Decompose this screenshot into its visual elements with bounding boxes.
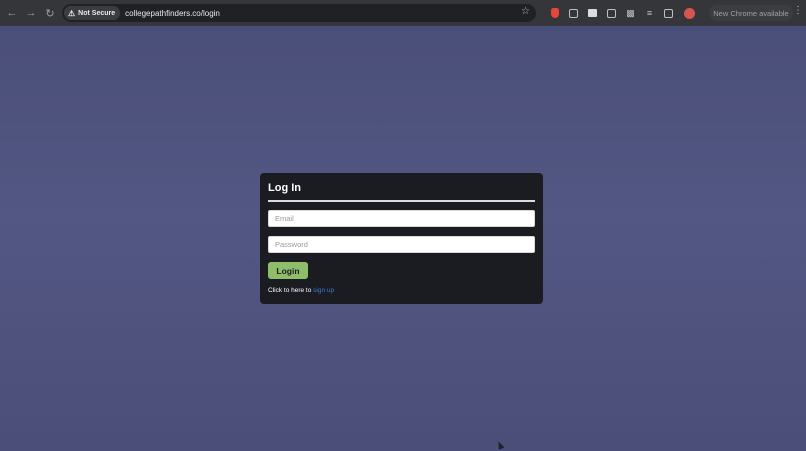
reading-list-icon[interactable]: ≡ bbox=[644, 8, 655, 19]
title-divider bbox=[268, 200, 535, 202]
url-text[interactable]: collegepathfinders.co/login bbox=[125, 9, 220, 18]
warning-icon: ⚠ bbox=[68, 8, 76, 18]
browser-toolbar: ← → ↻ ⚠ Not Secure collegepathfinders.co… bbox=[0, 0, 806, 26]
puzzle-extensions-icon[interactable]: ▩ bbox=[625, 8, 636, 19]
update-chrome-button[interactable]: New Chrome available bbox=[709, 5, 793, 21]
mouse-cursor-icon bbox=[495, 440, 505, 450]
login-title: Log In bbox=[268, 182, 301, 194]
signup-link[interactable]: sign up bbox=[313, 287, 334, 294]
security-chip[interactable]: ⚠ Not Secure bbox=[64, 6, 121, 20]
profile-avatar[interactable] bbox=[684, 7, 695, 19]
security-label: Not Secure bbox=[78, 9, 116, 17]
login-button[interactable]: Login bbox=[268, 262, 308, 279]
star-icon[interactable]: ☆ bbox=[521, 6, 530, 17]
note-extension-icon[interactable] bbox=[587, 8, 598, 19]
copy-extension-icon[interactable] bbox=[606, 8, 617, 19]
reload-icon[interactable]: ↻ bbox=[43, 6, 57, 20]
login-card: Log In Login Click to here to sign up bbox=[260, 173, 543, 304]
page-background: Log In Login Click to here to sign up bbox=[0, 26, 806, 451]
more-vert-icon[interactable]: ⋮ bbox=[793, 6, 803, 16]
extensions-area: ▩ ≡ bbox=[545, 5, 695, 21]
password-field[interactable] bbox=[268, 236, 535, 253]
forward-arrow-icon[interactable]: → bbox=[24, 6, 38, 20]
address-bar[interactable]: ⚠ Not Secure collegepathfinders.co/login… bbox=[62, 4, 536, 22]
media-extension-icon[interactable] bbox=[568, 8, 579, 19]
signup-line: Click to here to sign up bbox=[268, 287, 334, 294]
signup-prefix: Click to here to bbox=[268, 287, 312, 294]
shield-extension-icon[interactable] bbox=[549, 8, 560, 19]
side-panel-icon[interactable] bbox=[663, 8, 674, 19]
email-field[interactable] bbox=[268, 210, 535, 227]
back-arrow-icon[interactable]: ← bbox=[5, 6, 19, 20]
